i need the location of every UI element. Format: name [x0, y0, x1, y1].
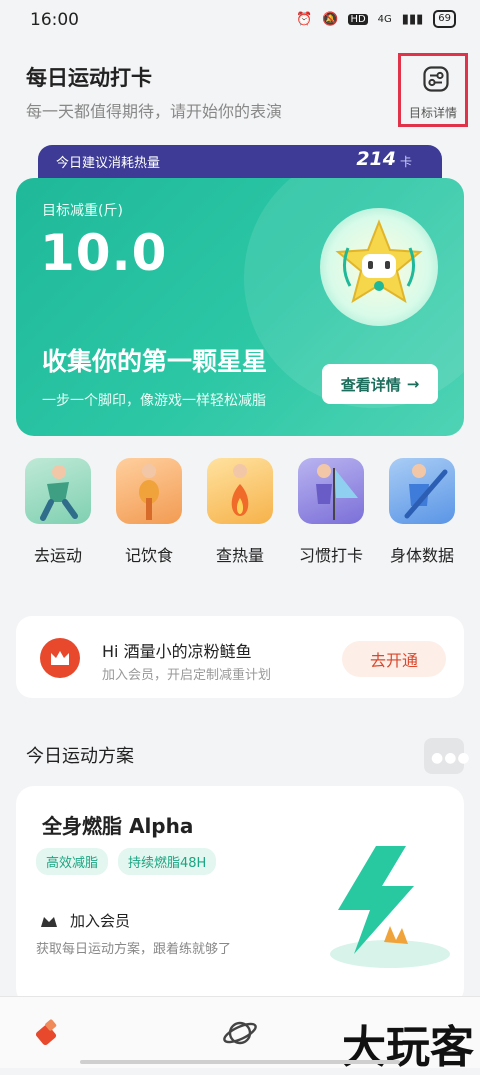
view-details-label: 查看详情 [340, 375, 401, 394]
status-time: 16:00 [30, 10, 79, 30]
signal-icon: ▮▮▮ [401, 11, 424, 27]
plan-title: 全身燃脂 Alpha [42, 814, 194, 838]
shortcut-exercise[interactable]: 去运动 [20, 458, 96, 578]
section-title: 今日运动方案 [26, 746, 134, 767]
shortcut-label: 记饮食 [124, 546, 173, 565]
shortcut-label: 去运动 [33, 546, 82, 565]
hd-badge: HD [348, 13, 368, 25]
body-data-figure-icon [389, 458, 455, 524]
bottom-tab-bar: 大玩客 [0, 996, 480, 1073]
status-bar: 16:00 ⏰ 🔕 HD 4G ▮▮▮ 69 [0, 0, 480, 40]
vip-title: 加入会员 [70, 912, 131, 930]
home-icon [35, 1019, 57, 1046]
plan-tags: 高效减脂 持续燃脂48H [36, 848, 217, 875]
vip-crown-icon [41, 916, 57, 927]
shortcut-label: 身体数据 [389, 546, 454, 565]
mute-icon: 🔕 [322, 11, 339, 27]
calorie-label: 今日建议消耗热量 [56, 156, 161, 171]
plan-tag: 持续燃脂48H [118, 848, 217, 875]
page-title: 每日运动打卡 [26, 66, 152, 90]
shortcut-label: 查热量 [215, 546, 264, 565]
more-dots-icon: ●●● [431, 750, 471, 766]
shortcut-label: 习惯打卡 [298, 546, 363, 565]
tab-discover[interactable] [222, 1015, 258, 1051]
network-label: 4G [377, 13, 392, 25]
goal-hero-card[interactable]: 目标减重(斤) 10.0 收集你的第一颗星星 一步一个脚印，像游戏一样轻松减脂 … [16, 178, 464, 436]
exercise-plan-card[interactable]: 全身燃脂 Alpha 高效减脂 持续燃脂48H 加入会员 获取每日运动方案，跟着… [16, 786, 464, 1006]
exercise-figure-icon [25, 458, 91, 524]
shortcut-habit[interactable]: 习惯打卡 [293, 458, 369, 578]
gesture-bar [80, 1060, 400, 1064]
calorie-value: 214 [356, 148, 396, 170]
crown-icon [40, 638, 80, 678]
hero-subtitle: 目标减重(斤) [42, 203, 123, 219]
goal-details-label: 目标详情 [408, 106, 457, 120]
goal-details-button[interactable]: 目标详情 [398, 53, 468, 127]
arrow-right-icon: → [406, 375, 420, 393]
watermark: 大玩客 [342, 1022, 474, 1073]
lightning-bolt-icon [330, 846, 450, 968]
hero-description: 一步一个脚印，像游戏一样轻松减脂 [42, 393, 266, 409]
calorie-unit: 卡 [399, 155, 412, 169]
vip-row: 加入会员 [40, 910, 130, 931]
hero-title: 收集你的第一颗星星 [42, 347, 268, 376]
diet-figure-icon [116, 458, 182, 524]
star-mascot-icon [320, 208, 438, 326]
more-options-button[interactable]: ●●● [424, 738, 470, 774]
tab-home[interactable] [30, 1015, 66, 1051]
shortcut-grid: 去运动 记饮食 查热量 习惯打卡 身体数据 [20, 458, 460, 578]
goal-settings-icon [423, 66, 449, 92]
member-subtitle: 加入会员，开启定制减重计划 [102, 668, 272, 683]
membership-card[interactable]: Hi 酒量小的凉粉鲢鱼 加入会员，开启定制减重计划 去开通 [16, 616, 464, 698]
battery-indicator: 69 [433, 10, 456, 28]
hero-value: 10.0 [40, 224, 168, 282]
plan-description: 获取每日运动方案，跟着练就够了 [36, 942, 232, 957]
alarm-icon: ⏰ [296, 11, 313, 27]
calorie-figure-icon [207, 458, 273, 524]
plan-tag: 高效减脂 [36, 848, 109, 875]
activate-membership-button[interactable]: 去开通 [342, 641, 446, 677]
planet-icon [223, 1021, 257, 1045]
habit-figure-icon [298, 458, 364, 524]
member-greeting: Hi 酒量小的凉粉鲢鱼 [102, 642, 252, 661]
view-details-button[interactable]: 查看详情 → [322, 364, 438, 404]
page-subtitle: 每一天都值得期待，请开始你的表演 [26, 102, 283, 121]
status-icons: ⏰ 🔕 HD 4G ▮▮▮ 69 [296, 10, 456, 28]
shortcut-calories[interactable]: 查热量 [202, 458, 278, 578]
shortcut-diet[interactable]: 记饮食 [111, 458, 187, 578]
shortcut-body-data[interactable]: 身体数据 [384, 458, 460, 578]
